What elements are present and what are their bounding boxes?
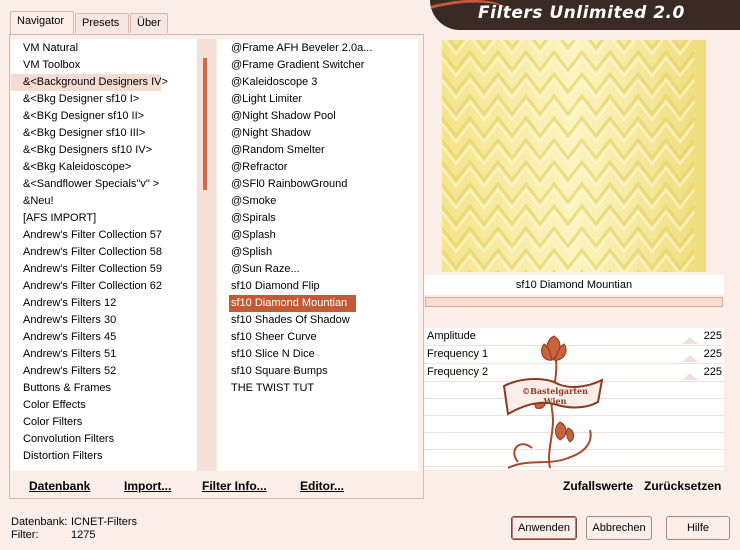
filter-item[interactable]: @SFl0 RainbowGround bbox=[218, 176, 347, 193]
help-button[interactable]: Hilfe bbox=[666, 516, 730, 540]
category-item[interactable]: &<Bkg Designers sf10 IV> bbox=[11, 142, 152, 159]
filter-item[interactable]: sf10 Slice N Dice bbox=[218, 346, 315, 363]
category-item[interactable]: &Neu! bbox=[11, 193, 54, 210]
category-item[interactable]: Color Effects bbox=[11, 397, 86, 414]
category-item[interactable]: &<Bkg Designer sf10 I> bbox=[11, 91, 139, 108]
filter-item[interactable]: @Frame Gradient Switcher bbox=[218, 57, 364, 74]
db-value: ICNET-Filters bbox=[71, 516, 137, 528]
param-value: 225 bbox=[703, 366, 722, 378]
filter-list[interactable]: @Frame AFH Beveler 2.0a... @Frame Gradien… bbox=[218, 39, 418, 471]
bastelgarten-logo: ©Bastelgarten Wien bbox=[502, 335, 604, 469]
filter-item[interactable]: @Splish bbox=[218, 244, 272, 261]
param-label: Frequency 2 bbox=[427, 366, 489, 378]
category-item[interactable]: Color Filters bbox=[11, 414, 82, 431]
filter-item[interactable]: @Refractor bbox=[218, 159, 287, 176]
filter-item[interactable]: @Random Smelter bbox=[218, 142, 325, 159]
tab-bar: Navigator Presets Über bbox=[0, 0, 420, 34]
logo-line2: Wien bbox=[543, 396, 567, 406]
filter-item[interactable]: @Light Limiter bbox=[218, 91, 302, 108]
filter-count-label: Filter: bbox=[11, 529, 39, 541]
category-item[interactable]: Convolution Filters bbox=[11, 431, 114, 448]
filter-item[interactable]: @Frame AFH Beveler 2.0a... bbox=[218, 40, 372, 57]
logo-line1: ©Bastelgarten bbox=[522, 386, 588, 396]
title-banner: Filters Unlimited 2.0 bbox=[430, 0, 740, 30]
category-item[interactable]: Distortion Filters bbox=[11, 448, 102, 465]
app-title: Filters Unlimited 2.0 bbox=[478, 3, 685, 23]
category-item[interactable]: Andrew's Filters 51 bbox=[11, 346, 116, 363]
category-item[interactable]: Andrew's Filter Collection 62 bbox=[11, 278, 162, 295]
param-value: 225 bbox=[703, 348, 722, 360]
datenbank-button[interactable]: Datenbank bbox=[29, 479, 90, 493]
param-value: 225 bbox=[703, 330, 722, 342]
category-item[interactable]: VM Natural bbox=[11, 40, 78, 57]
category-item[interactable]: Andrew's Filters 30 bbox=[11, 312, 116, 329]
filter-item[interactable]: sf10 Diamond Flip bbox=[218, 278, 320, 295]
filter-item[interactable]: @Night Shadow Pool bbox=[218, 108, 336, 125]
filter-info-button[interactable]: Filter Info... bbox=[202, 479, 267, 493]
category-item[interactable]: Andrew's Filters 52 bbox=[11, 363, 116, 380]
param-label: Amplitude bbox=[427, 330, 476, 342]
filter-item[interactable]: THE TWIST TUT bbox=[218, 380, 314, 397]
reset-button[interactable]: Zurücksetzen bbox=[644, 479, 721, 493]
cancel-button[interactable]: Abbrechen bbox=[586, 516, 652, 540]
filter-name-display: sf10 Diamond Mountian bbox=[424, 275, 724, 295]
category-item[interactable]: Andrew's Filter Collection 57 bbox=[11, 227, 162, 244]
category-item[interactable]: Andrew's Filters 12 bbox=[11, 295, 116, 312]
category-list[interactable]: VM Natural VM Toolbox &<Background Designe… bbox=[11, 39, 197, 471]
apply-button[interactable]: Anwenden bbox=[511, 516, 577, 540]
progress-bar bbox=[425, 297, 723, 307]
editor-button[interactable]: Editor... bbox=[300, 479, 344, 493]
category-item[interactable]: [AFS IMPORT] bbox=[11, 210, 96, 227]
slider-thumb[interactable] bbox=[682, 337, 698, 344]
category-item[interactable]: &<Bkg Kaleidoscope> bbox=[11, 159, 131, 176]
param-label: Frequency 1 bbox=[427, 348, 489, 360]
filter-item[interactable]: sf10 Sheer Curve bbox=[218, 329, 317, 346]
slider-thumb[interactable] bbox=[682, 355, 698, 362]
category-item[interactable]: &<Sandflower Specials"v" > bbox=[11, 176, 159, 193]
import-button[interactable]: Import... bbox=[124, 479, 171, 493]
filter-item[interactable]: @Smoke bbox=[218, 193, 276, 210]
filter-item[interactable]: @Night Shadow bbox=[218, 125, 311, 142]
filter-item[interactable]: sf10 Shades Of Shadow bbox=[218, 312, 350, 329]
filter-item[interactable]: sf10 Square Bumps bbox=[218, 363, 328, 380]
filter-count-value: 1275 bbox=[71, 529, 96, 541]
zigzag-pattern bbox=[442, 40, 706, 272]
category-item[interactable]: Buttons & Frames bbox=[11, 380, 111, 397]
filter-item[interactable]: @Splash bbox=[218, 227, 276, 244]
category-item[interactable]: &<Background Designers IV> bbox=[11, 74, 168, 91]
filter-item[interactable]: @Sun Raze... bbox=[218, 261, 300, 278]
category-item[interactable]: &<BKg Designer sf10 II> bbox=[11, 108, 144, 125]
slider-thumb[interactable] bbox=[682, 373, 698, 380]
filter-item[interactable]: @Spirals bbox=[218, 210, 276, 227]
preview-buttons: Zufallswerte Zurücksetzen bbox=[424, 474, 736, 499]
category-item[interactable]: Andrew's Filter Collection 58 bbox=[11, 244, 162, 261]
category-item[interactable]: Andrew's Filter Collection 59 bbox=[11, 261, 162, 278]
panel-buttons: Datenbank Import... Filter Info... Edito… bbox=[9, 474, 424, 499]
filter-item-selected[interactable]: sf10 Diamond Mountian bbox=[229, 295, 356, 312]
random-values-button[interactable]: Zufallswerte bbox=[563, 479, 633, 493]
tab-navigator[interactable]: Navigator bbox=[10, 11, 74, 34]
category-item[interactable]: VM Toolbox bbox=[11, 57, 80, 74]
category-scroll-thumb[interactable] bbox=[203, 58, 207, 190]
filter-item[interactable]: @Kaleidoscope 3 bbox=[218, 74, 317, 91]
category-item[interactable]: Andrew's Filters 45 bbox=[11, 329, 116, 346]
tab-uber[interactable]: Über bbox=[130, 13, 168, 33]
db-label: Datenbank: bbox=[11, 516, 68, 528]
tab-presets[interactable]: Presets bbox=[75, 13, 129, 33]
category-item[interactable]: &<Bkg Designer sf10 III> bbox=[11, 125, 145, 142]
preview-image bbox=[442, 40, 706, 272]
